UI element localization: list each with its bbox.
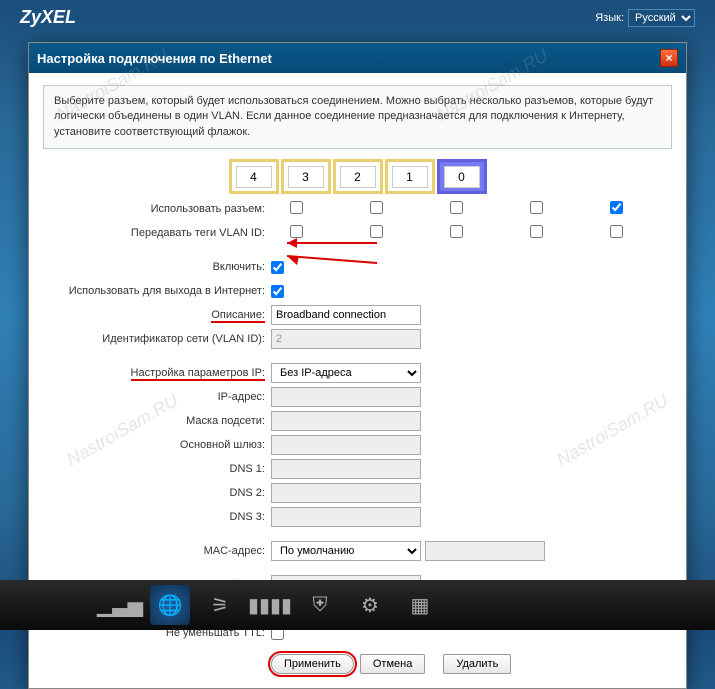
logo: ZyXEL (20, 7, 76, 28)
delete-button[interactable]: Удалить (443, 654, 511, 674)
mac-input (425, 541, 545, 561)
dns1-row: DNS 1: (43, 458, 672, 480)
port-4[interactable]: 4 (229, 159, 279, 194)
bottom-nav: ▁▃▅ 🌐 ⚞ ▮▮▮▮ ⛨ ⚙ ▦ (0, 580, 715, 630)
modal-header: Настройка подключения по Ethernet × (29, 43, 686, 73)
description-label: Описание: (43, 309, 271, 321)
lang-label: Язык: (595, 12, 624, 24)
nav-wifi-icon[interactable]: ▮▮▮▮ (250, 585, 290, 625)
ports-row: 4 3 2 1 0 (43, 159, 672, 194)
port-2[interactable]: 2 (333, 159, 383, 194)
port-3[interactable]: 3 (281, 159, 331, 194)
vlan-tag-row: Передавать теги VLAN ID: (43, 222, 672, 244)
dns3-input (271, 507, 421, 527)
use-port-1-checkbox[interactable] (530, 201, 543, 214)
lang-dropdown[interactable]: Русский (628, 9, 695, 27)
dns2-row: DNS 2: (43, 482, 672, 504)
vlan-id-label: Идентификатор сети (VLAN ID): (43, 333, 271, 345)
dns1-input (271, 459, 421, 479)
vlan-port-2-checkbox[interactable] (450, 225, 463, 238)
port-1[interactable]: 1 (385, 159, 435, 194)
close-button[interactable]: × (660, 49, 678, 67)
description-row: Описание: (43, 304, 672, 326)
internet-row: Использовать для выхода в Интернет: (43, 280, 672, 302)
description-box: Выберите разъем, который будет использов… (43, 85, 672, 149)
enable-row: Включить: (43, 256, 672, 278)
mask-label: Маска подсети: (43, 415, 271, 427)
apply-button[interactable]: Применить (271, 654, 354, 674)
vlan-port-4-checkbox[interactable] (290, 225, 303, 238)
mask-input (271, 411, 421, 431)
vlan-id-row: Идентификатор сети (VLAN ID): (43, 328, 672, 350)
nav-gear-icon[interactable]: ⚙ (350, 585, 390, 625)
port-0[interactable]: 0 (437, 159, 487, 194)
nav-network-icon[interactable]: ⚞ (200, 585, 240, 625)
ip-mode-select[interactable]: Без IP-адреса (271, 363, 421, 383)
modal-title: Настройка подключения по Ethernet (37, 51, 272, 66)
vlan-tag-label: Передавать теги VLAN ID: (43, 227, 271, 239)
dns1-label: DNS 1: (43, 463, 271, 475)
internet-label: Использовать для выхода в Интернет: (43, 285, 271, 297)
mac-label: MAC-адрес: (43, 545, 271, 557)
vlan-port-1-checkbox[interactable] (530, 225, 543, 238)
gateway-row: Основной шлюз: (43, 434, 672, 456)
use-port-label: Использовать разъем: (43, 203, 271, 215)
description-input[interactable] (271, 305, 421, 325)
vlan-port-3-checkbox[interactable] (370, 225, 383, 238)
close-icon: × (665, 51, 672, 65)
gateway-input (271, 435, 421, 455)
dns2-label: DNS 2: (43, 487, 271, 499)
enable-checkbox[interactable] (271, 261, 284, 274)
enable-label: Включить: (43, 261, 271, 273)
use-port-4-checkbox[interactable] (290, 201, 303, 214)
internet-checkbox[interactable] (271, 285, 284, 298)
use-port-0-checkbox[interactable] (610, 201, 623, 214)
button-row: Применить Отмена Удалить (271, 654, 672, 674)
vlan-id-input (271, 329, 421, 349)
use-port-row: Использовать разъем: (43, 198, 672, 220)
use-port-2-checkbox[interactable] (450, 201, 463, 214)
dns2-input (271, 483, 421, 503)
ip-addr-label: IP-адрес: (43, 391, 271, 403)
ip-mode-label: Настройка параметров IP: (43, 367, 271, 379)
nav-monitor-icon[interactable]: ▁▃▅ (100, 585, 140, 625)
nav-apps-icon[interactable]: ▦ (400, 585, 440, 625)
language-selector: Язык: Русский (595, 9, 695, 27)
ip-mode-row: Настройка параметров IP: Без IP-адреса (43, 362, 672, 384)
mac-row: MAC-адрес: По умолчанию (43, 540, 672, 562)
top-bar: ZyXEL Язык: Русский (0, 0, 715, 35)
vlan-port-0-checkbox[interactable] (610, 225, 623, 238)
ip-addr-input (271, 387, 421, 407)
use-port-3-checkbox[interactable] (370, 201, 383, 214)
dns3-label: DNS 3: (43, 511, 271, 523)
nav-shield-icon[interactable]: ⛨ (300, 585, 340, 625)
mask-row: Маска подсети: (43, 410, 672, 432)
mac-select[interactable]: По умолчанию (271, 541, 421, 561)
gateway-label: Основной шлюз: (43, 439, 271, 451)
nav-globe-icon[interactable]: 🌐 (150, 585, 190, 625)
ip-addr-row: IP-адрес: (43, 386, 672, 408)
cancel-button[interactable]: Отмена (360, 654, 425, 674)
dns3-row: DNS 3: (43, 506, 672, 528)
